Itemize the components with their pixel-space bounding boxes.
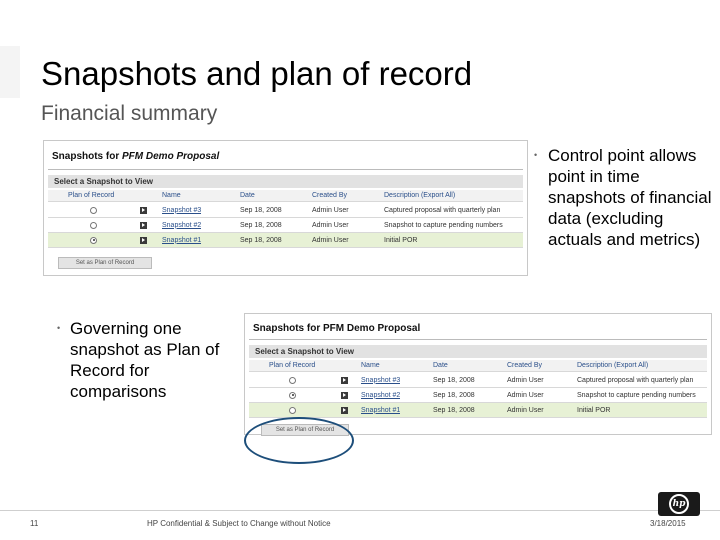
col-name: Name [162, 192, 181, 199]
col-date: Date [433, 362, 448, 369]
snapshot-created-by: Admin User [312, 221, 349, 229]
table-header: Plan of Record Name Date Created By Desc… [249, 360, 707, 372]
snapshot-date: Sep 18, 2008 [240, 206, 282, 214]
expand-icon[interactable] [140, 236, 147, 244]
title-accent [0, 46, 20, 98]
snapshot-date: Sep 18, 2008 [433, 406, 475, 414]
col-date: Date [240, 192, 255, 199]
footer-confidential: HP Confidential & Subject to Change with… [147, 519, 331, 528]
divider [48, 169, 523, 170]
expand-icon[interactable] [341, 406, 348, 414]
table-row[interactable]: Snapshot #2 Sep 18, 2008 Admin User Snap… [48, 218, 523, 233]
expand-icon[interactable] [341, 391, 348, 399]
snapshot-description: Captured proposal with quarterly plan [577, 376, 694, 384]
bullet-right: Control point allows point in time snaps… [548, 146, 712, 249]
snapshot-description: Captured proposal with quarterly plan [384, 206, 501, 214]
panel-title-prefix: Snapshots for [52, 151, 120, 162]
snapshot-created-by: Admin User [312, 236, 349, 244]
snapshot-name-link[interactable]: Snapshot #3 [162, 203, 201, 217]
section-header: Select a Snapshot to View [48, 175, 523, 188]
page-number: 11 [30, 519, 39, 528]
col-plan-of-record: Plan of Record [68, 192, 115, 199]
hp-logo: hp [658, 492, 700, 516]
table-row[interactable]: Snapshot #3 Sep 18, 2008 Admin User Capt… [48, 203, 523, 218]
set-plan-of-record-button[interactable]: Set as Plan of Record [58, 257, 152, 269]
radio-button[interactable] [289, 376, 296, 384]
table-row[interactable]: Snapshot #1 Sep 18, 2008 Admin User Init… [48, 233, 523, 248]
snapshot-name-link[interactable]: Snapshot #2 [361, 388, 400, 402]
col-name: Name [361, 362, 380, 369]
snapshot-date: Sep 18, 2008 [433, 376, 475, 384]
radio-button-selected[interactable] [289, 391, 296, 399]
snapshot-created-by: Admin User [312, 206, 349, 214]
hp-logo-text: hp [672, 499, 686, 509]
col-created-by: Created By [507, 362, 543, 369]
radio-button[interactable] [90, 221, 97, 229]
snapshot-description: Initial POR [384, 236, 418, 244]
table-row[interactable]: Snapshot #3 Sep 18, 2008 Admin User Capt… [249, 373, 707, 388]
radio-button[interactable] [289, 406, 296, 414]
col-plan-of-record: Plan of Record [269, 362, 316, 369]
panel-title: Snapshots for PFM Demo Proposal [253, 323, 421, 334]
col-description: Description (Export All) [577, 362, 649, 369]
footer-divider [0, 510, 720, 511]
bullet-dot: • [534, 150, 538, 160]
table-header: Plan of Record Name Date Created By Desc… [48, 190, 523, 202]
section-header: Select a Snapshot to View [249, 345, 707, 358]
snapshot-name-link[interactable]: Snapshot #1 [361, 403, 400, 417]
table-row[interactable]: Snapshot #2 Sep 18, 2008 Admin User Snap… [249, 388, 707, 403]
slide-subtitle: Financial summary [41, 102, 218, 125]
divider [249, 339, 707, 340]
panel-title-name: PFM Demo Proposal [122, 151, 220, 162]
highlight-oval [244, 417, 354, 464]
panel-title: Snapshots for PFM Demo Proposal [52, 151, 219, 162]
snapshot-date: Sep 18, 2008 [433, 391, 475, 399]
snapshot-name-link[interactable]: Snapshot #3 [361, 373, 400, 387]
snapshot-description: Snapshot to capture pending numbers [384, 221, 503, 229]
snapshot-description: Snapshot to capture pending numbers [577, 391, 696, 399]
snapshot-panel-bottom: Snapshots for PFM Demo Proposal Select a… [244, 313, 712, 436]
expand-icon[interactable] [140, 206, 147, 214]
footer-date: 3/18/2015 [650, 519, 686, 528]
bullet-left: Governing one snapshot as Plan of Record… [70, 319, 220, 401]
snapshot-created-by: Admin User [507, 376, 544, 384]
snapshot-created-by: Admin User [507, 391, 544, 399]
radio-button-selected[interactable] [90, 236, 97, 244]
snapshot-created-by: Admin User [507, 406, 544, 414]
col-description: Description (Export All) [384, 192, 456, 199]
expand-icon[interactable] [341, 376, 348, 384]
snapshot-panel-top: Snapshots for PFM Demo Proposal Select a… [43, 140, 528, 276]
expand-icon[interactable] [140, 221, 147, 229]
col-created-by: Created By [312, 192, 348, 199]
bullet-dot: • [57, 323, 61, 333]
snapshot-description: Initial POR [577, 406, 611, 414]
radio-button[interactable] [90, 206, 97, 214]
snapshot-date: Sep 18, 2008 [240, 236, 282, 244]
slide-title: Snapshots and plan of record [41, 55, 473, 92]
table-row[interactable]: Snapshot #1 Sep 18, 2008 Admin User Init… [249, 403, 707, 418]
snapshot-name-link[interactable]: Snapshot #1 [162, 233, 201, 247]
snapshot-name-link[interactable]: Snapshot #2 [162, 218, 201, 232]
snapshot-date: Sep 18, 2008 [240, 221, 282, 229]
